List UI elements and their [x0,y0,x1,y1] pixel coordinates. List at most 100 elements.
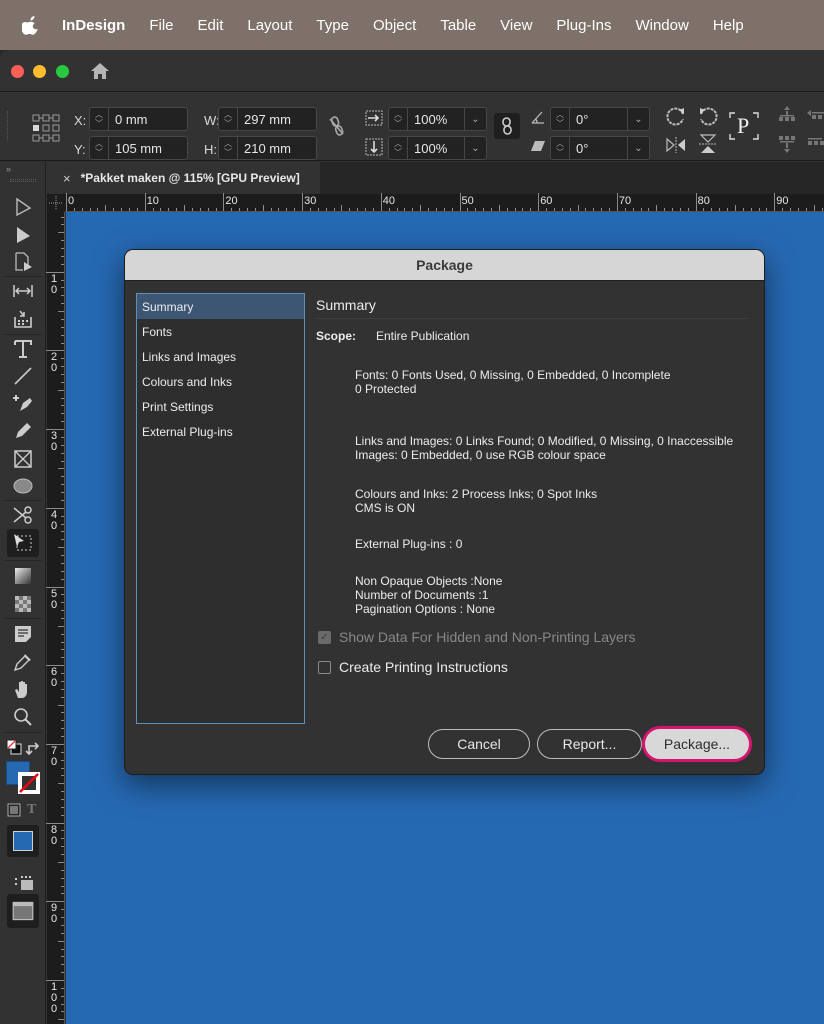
w-field[interactable]: ︿ ﹀ 297 mm [218,107,317,131]
formatting-text-icon[interactable]: T [27,802,36,818]
menu-table[interactable]: Table [440,17,476,34]
line-tool[interactable] [7,363,39,389]
ruler-origin[interactable] [47,194,65,212]
page-tool[interactable] [7,249,39,275]
zoom-window-button[interactable] [56,65,69,78]
minimize-window-button[interactable] [33,65,46,78]
home-icon[interactable] [90,61,110,81]
selection-tool[interactable] [7,194,39,220]
x-value[interactable]: 0 mm [109,112,187,127]
menu-plug-ins[interactable]: Plug-Ins [556,17,611,34]
ellipse-tool[interactable] [7,473,39,499]
free-transform-tool[interactable] [7,529,39,557]
menu-layout[interactable]: Layout [247,17,292,34]
scale-x-value[interactable]: 100% [408,112,464,127]
menu-window[interactable]: Window [635,17,688,34]
document-tab[interactable]: × *Pakket maken @ 115% [GPU Preview] [47,162,320,194]
rotation-dropdown-icon[interactable]: ⌄ [627,108,649,130]
screen-mode-button[interactable] [7,894,39,928]
rotation-value[interactable]: 0° [570,112,627,127]
distribute-bottom-icon[interactable] [778,135,796,155]
document-tab-title[interactable]: *Pakket maken @ 115% [GPU Preview] [81,171,300,185]
scissors-tool[interactable] [7,502,39,528]
y-value[interactable]: 105 mm [109,141,187,156]
h-stepper[interactable]: ︿ ﹀ [219,137,238,159]
checkbox-checked-icon[interactable]: ✓ [318,630,331,644]
pencil-tool[interactable] [7,418,39,444]
eyedropper-tool[interactable] [7,649,39,675]
gap-tool[interactable] [7,278,39,304]
close-document-icon[interactable]: × [63,171,71,186]
h-field[interactable]: ︿ ﹀ 210 mm [218,136,317,160]
menu-type[interactable]: Type [316,17,349,34]
scale-y-value[interactable]: 100% [408,141,464,156]
shear-value[interactable]: 0° [570,141,627,156]
x-field[interactable]: ︿ ﹀ 0 mm [89,107,188,131]
direct-selection-tool[interactable] [7,222,39,248]
w-stepper[interactable]: ︿ ﹀ [219,108,238,130]
create-printing-instructions-checkbox[interactable]: Create Printing Instructions [318,659,508,675]
nav-item-print-settings[interactable]: Print Settings [137,394,304,419]
rectangle-frame-tool[interactable] [7,446,39,472]
menu-help[interactable]: Help [713,17,744,34]
pen-tool[interactable] [7,390,39,416]
nav-item-summary[interactable]: Summary [137,294,304,319]
scale-y-stepper[interactable]: ︿ ﹀ [389,137,408,159]
note-tool[interactable] [7,621,39,647]
report-button[interactable]: Report... [537,729,642,759]
gradient-swatch-tool[interactable] [7,563,39,589]
menu-app-indesign[interactable]: InDesign [62,17,125,34]
formatting-container-icon[interactable] [7,803,21,817]
rotate-clockwise-icon[interactable] [665,105,687,127]
scale-y-field[interactable]: ︿ ﹀ 100% ⌄ [388,136,487,160]
close-window-button[interactable] [11,65,24,78]
apple-icon[interactable] [22,15,40,35]
unlinked-proportions-icon[interactable] [328,115,346,137]
rotation-stepper[interactable]: ︿ ﹀ [551,108,570,130]
scale-x-field[interactable]: ︿ ﹀ 100% ⌄ [388,107,487,131]
h-value[interactable]: 210 mm [238,141,316,156]
type-tool[interactable] [7,336,39,362]
collapse-panel-icon[interactable]: » [6,164,11,174]
checkbox-unchecked-icon[interactable] [318,660,331,674]
constrain-proportions-button[interactable] [494,113,520,139]
distribute-top-icon[interactable] [778,105,796,125]
menu-file[interactable]: File [149,17,173,34]
rotate-counterclockwise-icon[interactable] [697,105,719,127]
horizontal-ruler[interactable]: 0 10 20 30 40 50 60 70 80 90 [47,193,824,212]
shear-dropdown-icon[interactable]: ⌄ [627,137,649,159]
x-stepper[interactable]: ︿ ﹀ [90,108,109,130]
package-button[interactable]: Package... [642,726,752,762]
show-hidden-layers-checkbox[interactable]: ✓ Show Data For Hidden and Non-Printing … [318,629,636,645]
apply-color-button[interactable] [7,825,39,857]
scale-y-dropdown-icon[interactable]: ⌄ [464,137,486,159]
reference-point-icon[interactable] [31,113,61,143]
tools-panel-grip[interactable] [10,179,36,182]
y-stepper[interactable]: ︿ ﹀ [90,137,109,159]
stroke-swatch-none-icon[interactable] [17,771,41,795]
hand-tool[interactable] [7,676,39,702]
scale-x-dropdown-icon[interactable]: ⌄ [464,108,486,130]
y-field[interactable]: ︿ ﹀ 105 mm [89,136,188,160]
nav-item-links-and-images[interactable]: Links and Images [137,344,304,369]
flip-vertical-icon[interactable] [697,133,719,155]
rotation-field[interactable]: ︿ ﹀ 0° ⌄ [550,107,650,131]
nav-item-colours-and-inks[interactable]: Colours and Inks [137,369,304,394]
distribute-left-icon[interactable] [806,105,824,125]
shear-stepper[interactable]: ︿ ﹀ [551,137,570,159]
w-value[interactable]: 297 mm [238,112,316,127]
default-fill-stroke-icon[interactable] [6,739,22,755]
panel-grip[interactable] [7,111,9,141]
menu-edit[interactable]: Edit [198,17,224,34]
menu-view[interactable]: View [500,17,532,34]
nav-item-fonts[interactable]: Fonts [137,319,304,344]
cancel-button[interactable]: Cancel [428,729,530,759]
scale-x-stepper[interactable]: ︿ ﹀ [389,108,408,130]
nav-item-external-plug-ins[interactable]: External Plug-ins [137,419,304,444]
distribute-right-icon[interactable] [806,135,824,155]
gradient-feather-tool[interactable] [7,591,39,617]
vertical-ruler[interactable]: 10 20 30 40 50 60 70 80 90 100 [46,212,65,1024]
flip-horizontal-icon[interactable] [665,135,687,155]
swap-fill-stroke-icon[interactable] [25,740,41,756]
zoom-tool[interactable] [7,704,39,730]
